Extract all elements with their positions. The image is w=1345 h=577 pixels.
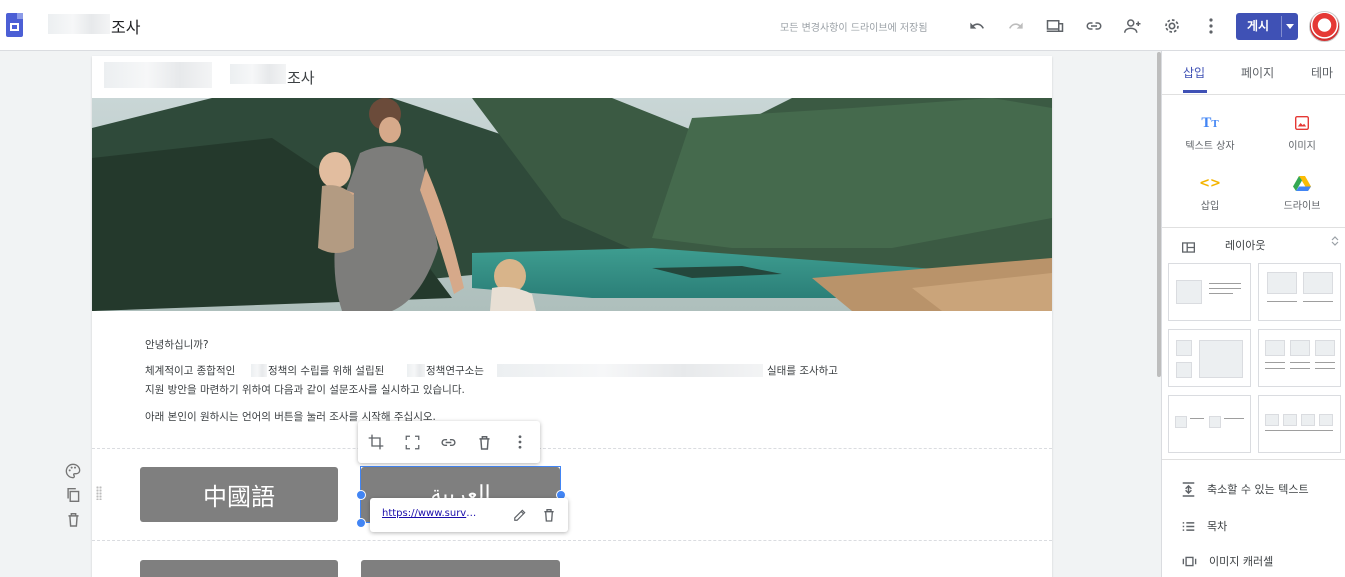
resize-handle-bottom-left[interactable]	[356, 518, 366, 528]
table-of-contents-label: 목차	[1207, 520, 1228, 533]
insert-embed[interactable]: <> 삽입	[1170, 173, 1250, 213]
insert-image[interactable]: 이미지	[1262, 113, 1342, 152]
resize-handle-left[interactable]	[356, 490, 366, 500]
section-divider	[92, 448, 1052, 449]
google-drive-icon	[1262, 173, 1342, 193]
site-logo-redacted	[104, 62, 212, 88]
fullscreen-icon[interactable]	[402, 432, 422, 452]
redacted-text	[251, 364, 267, 377]
header-banner-image[interactable]	[92, 98, 1052, 311]
more-vertical-icon[interactable]	[510, 432, 530, 452]
intro-line1-c: 정책연구소는	[426, 365, 484, 377]
collapsible-text-label: 축소할 수 있는 텍스트	[1207, 483, 1309, 496]
intro-line1-d: 실태를 조사하고	[767, 365, 838, 377]
redacted-title-block	[48, 14, 110, 34]
settings-gear-icon[interactable]	[1160, 14, 1184, 38]
intro-line2: 지원 방안을 마련하기 위하여 다음과 같이 설문조사를 실시하고 있습니다.	[145, 384, 465, 396]
insert-image-carousel[interactable]: 이미지 캐러셀	[1182, 553, 1273, 569]
more-vertical-icon[interactable]	[1199, 14, 1223, 38]
collapse-chevron-icon[interactable]	[1331, 236, 1339, 249]
insert-image-label: 이미지	[1288, 141, 1316, 152]
layout-option-6[interactable]	[1258, 395, 1341, 453]
language-button[interactable]	[140, 560, 338, 577]
tab-insert[interactable]: 삽입	[1183, 64, 1205, 81]
intro-line1-a: 체계적이고 종합적인	[145, 365, 236, 377]
layout-section-label: 레이아웃	[1225, 239, 1266, 252]
palette-icon[interactable]	[64, 462, 82, 480]
image-carousel-label: 이미지 캐러셀	[1209, 555, 1274, 568]
delete-icon[interactable]	[474, 432, 494, 452]
right-panel: 삽입 페이지 테마 TT 텍스트 상자 이미지 <> 삽입 드라이브 레이아웃	[1161, 51, 1345, 577]
insert-drive[interactable]: 드라이브	[1262, 173, 1342, 212]
edit-pencil-icon[interactable]	[513, 507, 527, 526]
image-toolbar	[358, 421, 540, 463]
undo-icon[interactable]	[965, 14, 989, 38]
active-tab-indicator	[1183, 90, 1207, 93]
sites-logo-icon[interactable]	[6, 13, 23, 37]
drag-handle-icon[interactable]	[96, 486, 102, 500]
layout-option-3[interactable]	[1168, 329, 1251, 387]
delete-section-icon[interactable]	[64, 510, 82, 528]
redacted-text	[497, 364, 763, 377]
embed-code-icon: <>	[1199, 175, 1221, 191]
top-bar: 조사 모든 변경사항이 드라이브에 저장됨 게시	[0, 0, 1345, 51]
intro-line1-b: 정책의 수립를 위해 설립된	[268, 365, 385, 377]
publish-dropdown-icon[interactable]	[1286, 24, 1294, 29]
share-add-person-icon[interactable]	[1121, 14, 1145, 38]
collapsible-text-icon	[1182, 481, 1195, 497]
redacted-text	[407, 364, 425, 377]
duplicate-section-icon[interactable]	[64, 486, 82, 504]
insert-drive-label: 드라이브	[1283, 201, 1321, 212]
layout-option-2[interactable]	[1258, 263, 1341, 321]
account-avatar[interactable]	[1309, 11, 1340, 42]
layout-option-5[interactable]	[1168, 395, 1251, 453]
site-title[interactable]: 조사	[287, 67, 315, 88]
link-icon[interactable]	[1082, 14, 1106, 38]
image-icon	[1262, 113, 1342, 133]
section-divider	[92, 540, 1052, 541]
tab-themes[interactable]: 테마	[1311, 64, 1333, 81]
insert-embed-label: 삽입	[1200, 201, 1220, 212]
chinese-language-button[interactable]: 中國語	[140, 467, 338, 522]
publish-label: 게시	[1246, 19, 1270, 33]
document-title[interactable]: 조사	[111, 14, 140, 38]
link-url[interactable]: https://www.surveymon...	[382, 508, 478, 519]
layout-option-1[interactable]	[1168, 263, 1251, 321]
insert-text-box[interactable]: TT 텍스트 상자	[1170, 113, 1250, 153]
image-carousel-icon	[1182, 556, 1197, 566]
insert-table-of-contents[interactable]: 목차	[1182, 518, 1227, 534]
link-icon[interactable]	[438, 432, 458, 452]
text-box-icon: TT	[1201, 114, 1219, 131]
layout-option-4[interactable]	[1258, 329, 1341, 387]
remove-link-icon[interactable]	[543, 507, 555, 526]
save-status: 모든 변경사항이 드라이브에 저장됨	[780, 23, 928, 34]
site-title-redacted	[230, 64, 286, 84]
publish-button[interactable]: 게시	[1236, 13, 1298, 40]
tab-pages[interactable]: 페이지	[1241, 64, 1274, 81]
language-button[interactable]	[361, 560, 560, 577]
insert-text-box-label: 텍스트 상자	[1185, 141, 1235, 152]
crop-icon[interactable]	[366, 432, 386, 452]
link-popup: https://www.surveymon...	[370, 498, 568, 532]
redo-icon[interactable]	[1004, 14, 1028, 38]
table-of-contents-icon	[1182, 521, 1195, 531]
layout-icon	[1182, 238, 1195, 257]
preview-devices-icon[interactable]	[1043, 14, 1067, 38]
intro-greeting: 안녕하십니까?	[145, 339, 209, 351]
insert-collapsible-text[interactable]: 축소할 수 있는 텍스트	[1182, 481, 1309, 497]
